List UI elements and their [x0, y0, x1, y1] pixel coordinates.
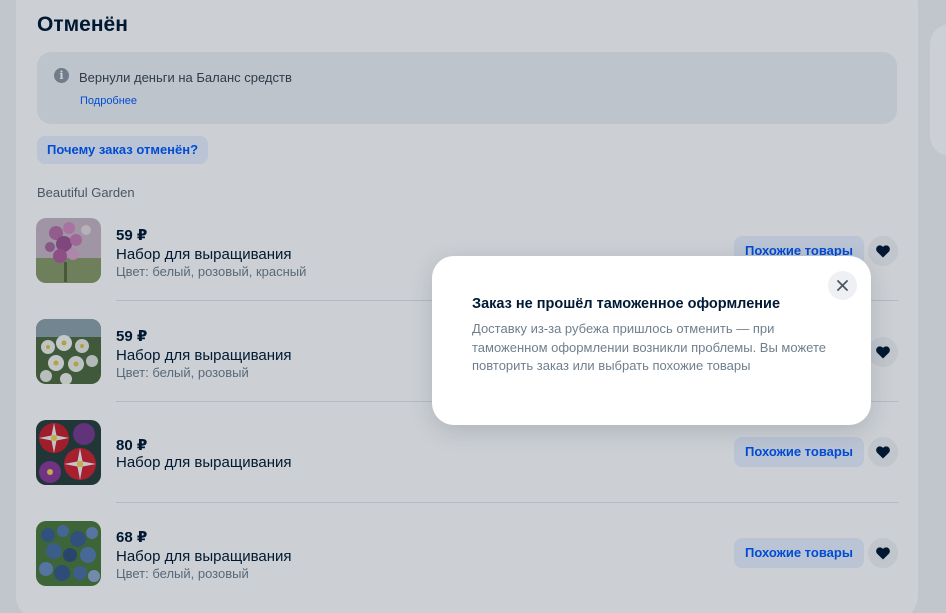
popup-title: Заказ не прошёл таможенное оформление — [472, 296, 781, 312]
close-button[interactable] — [828, 271, 857, 300]
close-icon — [837, 280, 848, 291]
customs-popup: Заказ не прошёл таможенное оформление До… — [432, 256, 871, 425]
popup-text: Доставку из-за рубежа пришлось отменить … — [472, 321, 826, 373]
order-page: Отменён i Вернули деньги на Баланс средс… — [0, 0, 946, 613]
